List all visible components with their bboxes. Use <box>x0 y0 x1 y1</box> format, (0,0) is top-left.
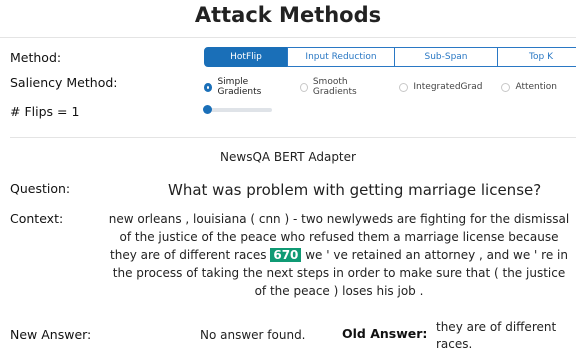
radio-dot-icon <box>399 82 409 92</box>
question-text: What was problem with getting marriage l… <box>168 181 542 199</box>
flips-slider-track[interactable] <box>204 108 272 112</box>
radio-attention[interactable]: Attention <box>501 77 557 97</box>
old-answer-label: Old Answer: <box>342 326 428 341</box>
radio-simple-gradients[interactable]: Simple Gradients <box>204 77 281 97</box>
controls-divider <box>10 137 576 138</box>
radio-label: Smooth Gradients <box>312 77 357 97</box>
page-title: Attack Methods <box>194 3 382 27</box>
tab-hotflip[interactable]: HotFlip <box>204 47 288 67</box>
radio-label: Attention <box>515 82 557 92</box>
flips-label: # Flips = 1 <box>10 104 80 119</box>
radio-label: Simple Gradients <box>217 77 262 97</box>
flipped-token: 670 <box>270 248 302 262</box>
saliency-radio-group: Simple Gradients Smooth Gradients Integr… <box>204 77 576 97</box>
tab-top-k[interactable]: Top K <box>497 47 576 67</box>
tab-input-reduction[interactable]: Input Reduction <box>287 47 395 67</box>
saliency-label: Saliency Method: <box>10 75 118 90</box>
radio-dot-icon <box>300 82 308 92</box>
flips-slider-thumb[interactable] <box>203 105 212 114</box>
model-name: NewsQA BERT Adapter <box>220 150 356 164</box>
question-label: Question: <box>10 181 71 196</box>
radio-dot-icon <box>204 82 213 92</box>
title-divider <box>0 37 576 38</box>
method-label: Method: <box>10 50 62 65</box>
method-tabs: HotFlip Input Reduction Sub-Span Top K <box>204 47 576 67</box>
new-answer-label: New Answer: <box>10 327 92 342</box>
radio-integrated-grad[interactable]: IntegratedGrad <box>399 77 482 97</box>
radio-label: IntegratedGrad <box>413 82 483 92</box>
context-label: Context: <box>10 211 64 226</box>
new-answer-text: No answer found. <box>200 328 306 342</box>
tab-sub-span[interactable]: Sub-Span <box>394 47 498 67</box>
radio-dot-icon <box>501 82 511 92</box>
radio-smooth-gradients[interactable]: Smooth Gradients <box>300 77 380 97</box>
old-answer-text: they are of different races. <box>436 320 557 351</box>
context-text: new orleans , louisiana ( cnn ) - two ne… <box>108 210 570 300</box>
